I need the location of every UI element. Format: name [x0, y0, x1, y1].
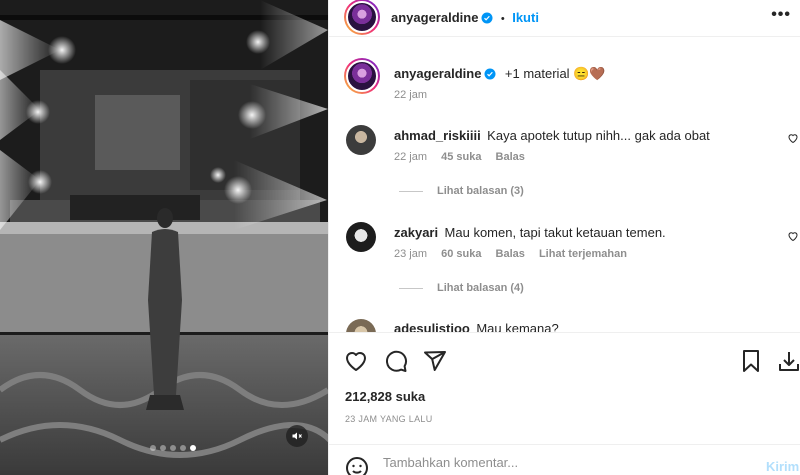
- author-username[interactable]: anyageraldine: [391, 10, 478, 25]
- translate-button[interactable]: Lihat terjemahan: [539, 248, 627, 260]
- comment-username[interactable]: adesulistioo: [394, 321, 470, 332]
- comment-text: Mau kemana?: [476, 321, 559, 332]
- comment-avatar[interactable]: [346, 319, 376, 332]
- carousel-indicator: [0, 445, 328, 451]
- comment-time: 22 jam: [394, 151, 428, 163]
- replies-divider: [399, 287, 423, 289]
- mute-button[interactable]: [286, 425, 308, 447]
- comment-avatar[interactable]: [346, 222, 376, 252]
- verified-badge-icon: [481, 11, 493, 29]
- speaker-muted-icon: [292, 432, 302, 440]
- heart-icon[interactable]: [344, 349, 368, 373]
- like-count[interactable]: 212,828 suka: [345, 389, 425, 404]
- comment-text: Kaya apotek tutup nihh... gak ada obat: [487, 128, 710, 143]
- view-replies-label: Lihat balasan (4): [437, 282, 524, 294]
- follow-separator: •: [500, 13, 505, 25]
- caption-avatar[interactable]: [344, 58, 380, 94]
- post-details: anyageraldine • Ikuti ••• anyageraldine …: [328, 0, 800, 475]
- view-replies-button[interactable]: Lihat balasan (4): [399, 282, 524, 294]
- bookmark-icon[interactable]: [739, 349, 763, 373]
- comment-heart-icon[interactable]: [787, 230, 799, 242]
- verified-badge-icon: [484, 67, 496, 85]
- comment-text: Mau komen, tapi takut ketauan temen.: [444, 225, 666, 240]
- comment-likes[interactable]: 45 suka: [441, 151, 481, 163]
- reply-button[interactable]: Balas: [496, 151, 525, 163]
- comment-icon[interactable]: [384, 349, 408, 373]
- comment-avatar[interactable]: [346, 125, 376, 155]
- carousel-dot: [170, 445, 176, 451]
- author-avatar[interactable]: [344, 0, 380, 35]
- view-replies-label: Lihat balasan (3): [437, 185, 524, 197]
- download-icon[interactable]: [777, 349, 800, 373]
- post-photo: [0, 0, 328, 475]
- post-timestamp: 23 JAM YANG LALU: [345, 414, 433, 424]
- carousel-dot: [160, 445, 166, 451]
- reply-button[interactable]: Balas: [496, 248, 525, 260]
- caption-username[interactable]: anyageraldine: [394, 66, 481, 81]
- comment-username[interactable]: zakyari: [394, 225, 438, 240]
- comment-likes[interactable]: 60 suka: [441, 248, 481, 260]
- comment-username[interactable]: ahmad_riskiiii: [394, 128, 481, 143]
- carousel-dot: [180, 445, 186, 451]
- comment-heart-icon[interactable]: [787, 132, 799, 144]
- more-options-button[interactable]: •••: [771, 6, 791, 24]
- carousel-dot: [190, 445, 196, 451]
- post-comment-button[interactable]: Kirim: [766, 459, 799, 474]
- comment-time: 23 jam: [394, 248, 428, 260]
- comments-list[interactable]: anyageraldine +1 material 😑🤎 22 jam ahma…: [329, 38, 800, 332]
- comment-composer: Kirim: [329, 444, 800, 475]
- post-header: anyageraldine • Ikuti •••: [329, 0, 800, 37]
- share-icon[interactable]: [423, 349, 447, 373]
- post-actions: 212,828 suka 23 JAM YANG LALU: [329, 332, 800, 444]
- view-replies-button[interactable]: Lihat balasan (3): [399, 185, 524, 197]
- caption-text: +1 material 😑🤎: [504, 66, 606, 81]
- emoji-icon[interactable]: [345, 456, 369, 475]
- carousel-dot: [150, 445, 156, 451]
- post-media[interactable]: [0, 0, 328, 475]
- comment-input[interactable]: [383, 455, 753, 470]
- replies-divider: [399, 190, 423, 192]
- follow-button[interactable]: Ikuti: [512, 10, 539, 25]
- caption-time: 22 jam: [394, 89, 428, 101]
